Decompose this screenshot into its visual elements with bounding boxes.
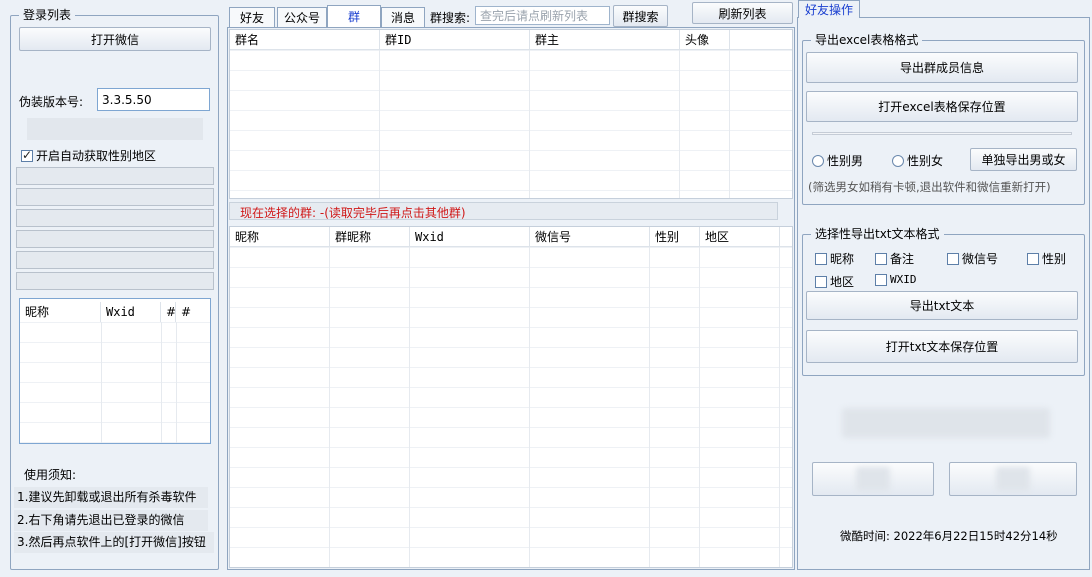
notice-item: 2.右下角请先退出已登录的微信	[14, 510, 208, 531]
checkbox-icon	[947, 252, 959, 265]
txt-option-gender[interactable]: 性别	[1027, 250, 1066, 267]
radio-female[interactable]: 性别女	[892, 152, 943, 169]
account-table-body	[20, 322, 210, 443]
txt-option-label: 微信号	[962, 252, 999, 266]
col-filler	[730, 30, 792, 49]
tab-messages[interactable]: 消息	[381, 7, 425, 27]
radio-icon	[892, 154, 904, 167]
col-region[interactable]: 地区	[700, 227, 780, 246]
col-wxid[interactable]: Wxid	[101, 302, 161, 322]
selected-group-status: 现在选择的群: -(读取完毕后再点击其他群)	[229, 202, 778, 220]
group-search-input[interactable]: 查完后请点刷新列表	[475, 6, 610, 25]
txt-option-wechat-id[interactable]: 微信号	[947, 250, 998, 267]
info-bar-2	[16, 188, 214, 206]
version-input[interactable]: 3.3.5.50	[97, 88, 210, 111]
checkbox-icon	[815, 275, 827, 288]
txt-option-region[interactable]: 地区	[815, 273, 854, 290]
col-group-name[interactable]: 群名	[230, 30, 380, 49]
info-bar-4	[16, 230, 214, 248]
info-bar-3	[16, 209, 214, 227]
txt-option-nickname[interactable]: 昵称	[815, 250, 854, 267]
account-table[interactable]: 昵称 Wxid # #	[19, 298, 211, 444]
tab-friend-operations[interactable]: 好友操作	[798, 0, 860, 18]
checkbox-icon	[875, 252, 887, 265]
status-bar	[27, 118, 203, 140]
col-hash-2[interactable]: #	[176, 302, 206, 322]
txt-option-label: WXID	[890, 273, 917, 286]
checkbox-icon	[875, 273, 887, 286]
version-label: 伪装版本号:	[19, 95, 84, 109]
col-wxid[interactable]: Wxid	[410, 227, 530, 246]
col-avatar[interactable]: 头像	[680, 30, 730, 49]
col-filler	[780, 227, 792, 246]
checkbox-icon	[815, 252, 827, 265]
txt-option-label: 性别	[1042, 252, 1067, 266]
group-table-header: 群名 群ID 群主 头像	[230, 30, 792, 50]
open-wechat-button[interactable]: 打开微信	[19, 27, 211, 51]
member-table-body	[230, 247, 792, 567]
radio-male-label: 性别男	[827, 154, 864, 168]
notice-item: 1.建议先卸载或退出所有杀毒软件	[14, 487, 208, 508]
txt-option-label: 昵称	[830, 252, 855, 266]
info-bar-1	[16, 167, 214, 185]
group-search-button[interactable]: 群搜索	[613, 5, 668, 27]
progress-line	[812, 132, 1072, 135]
group-search-label: 群搜索:	[430, 11, 471, 25]
radio-female-label: 性别女	[907, 154, 944, 168]
tab-groups[interactable]: 群	[327, 5, 381, 27]
account-table-header: 昵称 Wxid # #	[20, 302, 210, 322]
group-table[interactable]: 群名 群ID 群主 头像	[229, 29, 793, 199]
radio-icon	[812, 154, 824, 167]
col-wechat-id[interactable]: 微信号	[530, 227, 650, 246]
login-list-title: 登录列表	[19, 8, 76, 22]
blurred-label	[856, 467, 890, 491]
export-gender-button[interactable]: 单独导出男或女	[970, 148, 1077, 171]
txt-export-title: 选择性导出txt文本格式	[811, 227, 944, 241]
info-bar-6	[16, 272, 214, 290]
col-nickname[interactable]: 昵称	[20, 302, 101, 322]
auto-gender-checkbox[interactable]: 开启自动获取性别地区	[21, 147, 156, 164]
member-table-header: 昵称 群昵称 Wxid 微信号 性别 地区	[230, 227, 792, 247]
col-hash-1[interactable]: #	[161, 302, 176, 322]
time-display: 微酷时间: 2022年6月22日15时42分14秒	[840, 529, 1058, 543]
blurred-button-left[interactable]	[812, 462, 934, 496]
group-search-placeholder: 查完后请点刷新列表	[480, 9, 589, 23]
notice-area: 使用须知: 1.建议先卸载或退出所有杀毒软件 2.右下角请先退出已登录的微信 3…	[14, 462, 214, 562]
open-txt-folder-button[interactable]: 打开txt文本保存位置	[806, 330, 1078, 363]
export-members-button[interactable]: 导出群成员信息	[806, 52, 1078, 83]
blurred-button-right[interactable]	[949, 462, 1077, 496]
export-txt-button[interactable]: 导出txt文本	[806, 291, 1078, 320]
gender-note: (筛选男女如稍有卡顿,退出软件和微信重新打开)	[808, 180, 1051, 194]
notice-title: 使用须知:	[24, 468, 77, 482]
open-excel-folder-button[interactable]: 打开excel表格保存位置	[806, 91, 1078, 122]
member-table[interactable]: 昵称 群昵称 Wxid 微信号 性别 地区	[229, 226, 793, 568]
group-table-body	[230, 50, 792, 198]
col-group-id[interactable]: 群ID	[380, 30, 530, 49]
col-gender[interactable]: 性别	[650, 227, 700, 246]
txt-option-label: 备注	[890, 252, 915, 266]
info-bar-5	[16, 251, 214, 269]
notice-item: 3.然后再点软件上的[打开微信]按钮	[14, 532, 214, 553]
col-group-owner[interactable]: 群主	[530, 30, 680, 49]
tab-official-accounts[interactable]: 公众号	[277, 7, 327, 27]
checkbox-icon	[21, 148, 33, 162]
auto-gender-label: 开启自动获取性别地区	[36, 149, 157, 163]
selected-group-text: 现在选择的群: -(读取完毕后再点击其他群)	[240, 206, 466, 220]
excel-export-title: 导出excel表格格式	[811, 33, 923, 47]
radio-male[interactable]: 性别男	[812, 152, 863, 169]
txt-option-remark[interactable]: 备注	[875, 250, 914, 267]
txt-option-wxid[interactable]: WXID	[875, 273, 917, 286]
col-nickname[interactable]: 昵称	[230, 227, 330, 246]
refresh-list-button[interactable]: 刷新列表	[692, 2, 793, 24]
checkbox-icon	[1027, 252, 1039, 265]
blurred-label	[996, 467, 1030, 491]
blurred-content	[842, 408, 1050, 438]
tab-friends[interactable]: 好友	[229, 7, 275, 27]
col-group-nickname[interactable]: 群昵称	[330, 227, 410, 246]
txt-option-label: 地区	[830, 275, 855, 289]
